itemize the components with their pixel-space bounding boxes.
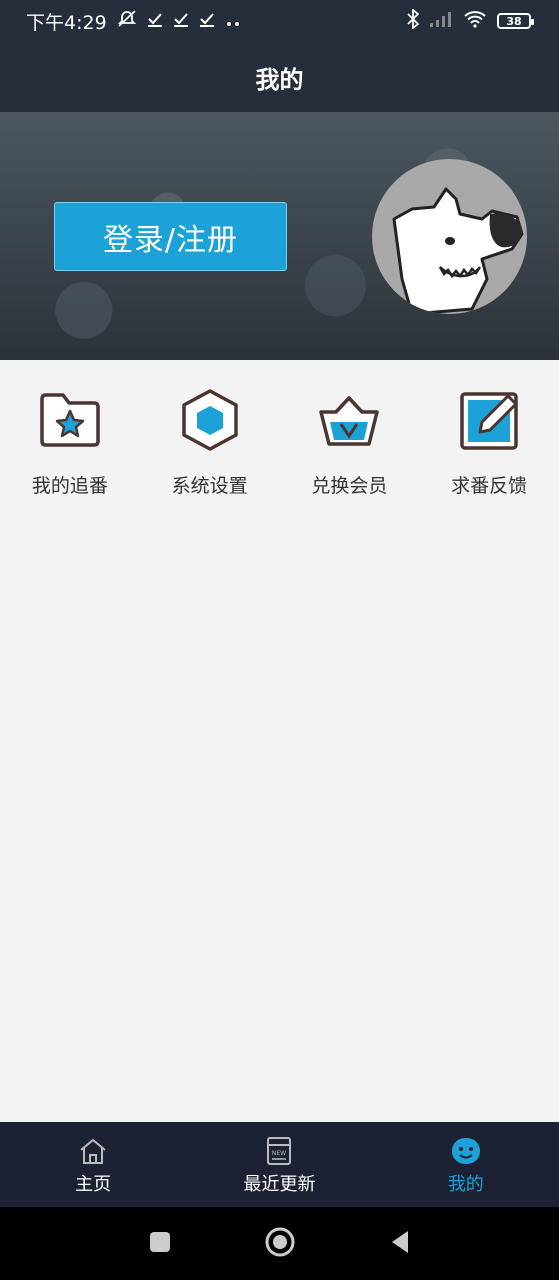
dog-avatar-icon — [392, 187, 524, 314]
mute-icon — [117, 9, 137, 33]
wifi-icon — [463, 10, 487, 33]
page-header: 我的 — [0, 42, 559, 112]
nav-label: 我的 — [447, 1173, 484, 1195]
edit-feedback-icon — [454, 385, 524, 455]
signal-icon — [429, 10, 453, 33]
nav-item-recent-updates[interactable]: NEW 最近更新 — [186, 1122, 372, 1207]
svg-text:NEW: NEW — [272, 1150, 286, 1157]
nav-item-profile[interactable]: 我的 — [373, 1122, 559, 1207]
download-check-icon — [199, 10, 215, 32]
login-register-button[interactable]: 登录/注册 — [54, 202, 287, 271]
menu-item-request-feedback[interactable]: 求番反馈 — [419, 385, 559, 498]
download-check-icon — [173, 10, 189, 32]
home-circle-icon[interactable] — [264, 1226, 296, 1262]
profile-banner: 登录/注册 — [0, 112, 559, 360]
more-dots-icon — [225, 10, 241, 32]
battery-level: 38 — [506, 14, 522, 28]
menu-label: 我的追番 — [31, 475, 108, 497]
nav-label: 最近更新 — [243, 1173, 316, 1195]
hexagon-settings-icon — [175, 385, 245, 455]
nav-item-home[interactable]: 主页 — [0, 1122, 186, 1207]
login-register-label: 登录/注册 — [102, 222, 239, 258]
feature-menu: 我的追番 系统设置 兑换会员 求番反馈 — [0, 385, 559, 498]
menu-label: 兑换会员 — [311, 475, 388, 497]
battery-icon: 38 — [497, 13, 534, 29]
menu-item-system-settings[interactable]: 系统设置 — [140, 385, 280, 498]
menu-item-redeem-vip[interactable]: 兑换会员 — [280, 385, 420, 498]
home-icon — [78, 1134, 108, 1168]
recent-apps-icon[interactable] — [148, 1230, 172, 1258]
new-list-icon: NEW — [266, 1134, 292, 1168]
profile-face-icon — [450, 1134, 482, 1168]
status-time: 下午4:29 — [26, 11, 107, 34]
back-triangle-icon[interactable] — [388, 1229, 412, 1259]
avatar[interactable] — [372, 159, 527, 314]
bluetooth-icon — [407, 7, 420, 34]
crown-vip-icon — [314, 385, 384, 455]
menu-item-my-follows[interactable]: 我的追番 — [0, 385, 140, 498]
download-check-icon — [147, 10, 163, 32]
status-bar: 下午4:29 38 — [0, 0, 559, 42]
menu-label: 求番反馈 — [451, 475, 528, 497]
nav-label: 主页 — [75, 1173, 112, 1195]
page-title: 我的 — [255, 65, 304, 94]
system-nav-bar — [0, 1207, 559, 1280]
folder-star-icon — [35, 385, 105, 455]
menu-label: 系统设置 — [171, 475, 248, 497]
bottom-nav: 主页 NEW 最近更新 我的 — [0, 1122, 559, 1207]
